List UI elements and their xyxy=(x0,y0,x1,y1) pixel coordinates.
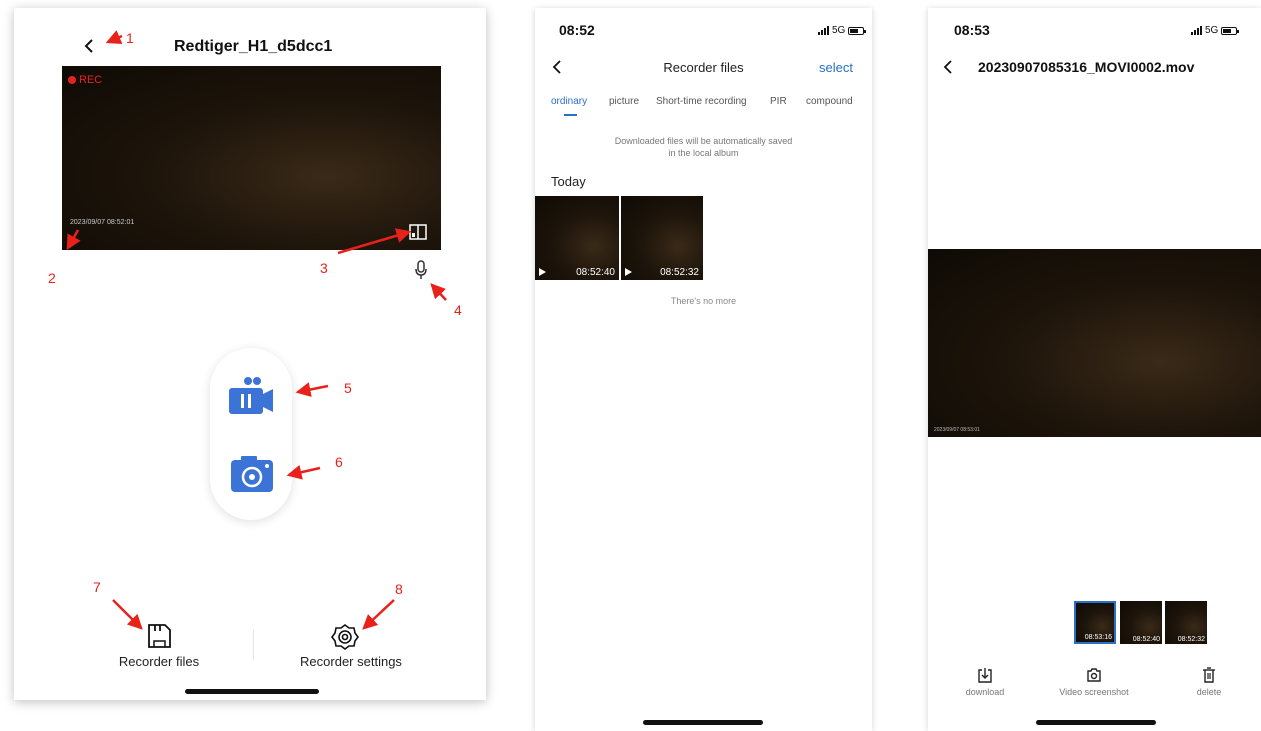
tab-compound[interactable]: compound xyxy=(806,96,853,107)
file-thumbnail[interactable]: 08:52:40 xyxy=(535,196,619,280)
network-label: 5G xyxy=(832,25,846,36)
annotation-1: 1 xyxy=(126,30,134,46)
end-of-list-text: There's no more xyxy=(670,296,737,306)
battery-icon xyxy=(1221,26,1240,35)
annotation-7: 7 xyxy=(93,579,101,595)
video-screenshot-button[interactable]: Video screenshot xyxy=(1044,687,1144,697)
thumbnail-time: 08:52:40 xyxy=(576,267,615,278)
annotation-5: 5 xyxy=(344,380,352,396)
recorder-files-screen: 08:52 5G Recorder files select ordinary … xyxy=(535,8,872,731)
play-icon xyxy=(539,268,546,276)
signal-icon xyxy=(818,26,829,35)
annotation-6: 6 xyxy=(335,454,343,470)
live-view-screen: Redtiger_H1_d5dcc1 REC 2023/09/07 08:52:… xyxy=(14,8,486,700)
video-playback-screen: 08:53 5G 20230907085316_MOVI0002.mov 202… xyxy=(928,8,1261,731)
tab-ordinary[interactable]: ordinary xyxy=(551,96,587,107)
status-indicators: 5G xyxy=(818,25,867,36)
download-icon[interactable] xyxy=(977,667,993,684)
status-indicators: 5G xyxy=(1191,25,1240,36)
annotation-3: 3 xyxy=(320,260,328,276)
battery-icon xyxy=(848,26,867,35)
timeline-thumbnail[interactable]: 08:52:32 xyxy=(1165,601,1207,644)
home-indicator xyxy=(643,720,763,725)
select-button[interactable]: select xyxy=(819,60,853,75)
timeline-thumbnail-selected[interactable]: 08:53:16 xyxy=(1074,601,1116,644)
notice-line-1: Downloaded files will be automatically s… xyxy=(614,136,793,146)
back-chevron-icon[interactable] xyxy=(942,60,954,74)
active-tab-underline xyxy=(564,114,577,116)
signal-icon xyxy=(1191,26,1202,35)
download-button[interactable]: download xyxy=(950,687,1020,697)
camera-icon[interactable] xyxy=(1086,667,1102,683)
thumbnail-time: 08:52:32 xyxy=(1177,636,1205,643)
thumbnail-time: 08:52:32 xyxy=(660,267,699,278)
timeline-thumbnail[interactable]: 08:52:40 xyxy=(1120,601,1162,644)
video-player[interactable]: 2023/09/07 08:53:01 xyxy=(928,249,1261,437)
tab-pir[interactable]: PIR xyxy=(770,96,787,107)
tab-short-time-recording[interactable]: Short-time recording xyxy=(656,96,747,107)
thumbnail-time: 08:52:40 xyxy=(1132,636,1160,643)
thumbnail-time: 08:53:16 xyxy=(1084,634,1112,641)
video-timestamp: 2023/09/07 08:53:01 xyxy=(934,427,980,433)
section-today: Today xyxy=(551,174,586,189)
annotation-arrows xyxy=(66,30,447,630)
status-time: 08:53 xyxy=(954,22,990,38)
delete-button[interactable]: delete xyxy=(1184,687,1234,697)
play-icon xyxy=(625,268,632,276)
file-thumbnail[interactable]: 08:52:32 xyxy=(621,196,703,280)
home-indicator xyxy=(1036,720,1156,725)
file-title: 20230907085316_MOVI0002.mov xyxy=(978,59,1195,75)
status-time: 08:52 xyxy=(559,22,595,38)
annotation-8: 8 xyxy=(395,581,403,597)
trash-icon[interactable] xyxy=(1202,667,1216,683)
annotation-4: 4 xyxy=(454,302,462,318)
notice-line-2: in the local album xyxy=(668,148,739,158)
annotation-2: 2 xyxy=(48,270,56,286)
tab-picture[interactable]: picture xyxy=(609,96,639,107)
network-label: 5G xyxy=(1205,25,1219,36)
